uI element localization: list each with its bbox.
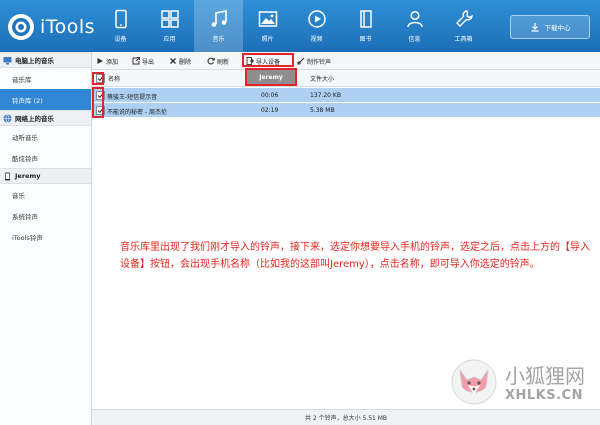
main-nav: 设备 应用 音乐 照片 视频 图书 信息 工具箱 — [96, 0, 488, 52]
nav-apps[interactable]: 应用 — [145, 0, 194, 52]
delete-label: 删除 — [179, 58, 192, 66]
make-ringtone-button[interactable]: 制作铃声 — [297, 55, 331, 67]
table-header: 名称 文件大小 — [92, 70, 600, 87]
instruction-note: 音乐库里出现了我们刚才导入的铃声，接下来，选定你想要导入手机的铃声，选定之后，点… — [120, 242, 590, 270]
toolbar: 添加 导出 删除 刷新 导入设备 制作铃声 — [92, 52, 600, 70]
row-name: 蔡骏王-短信提示音 — [107, 94, 158, 101]
nav-photo[interactable]: 照片 — [243, 0, 292, 52]
device-popup-jeremy[interactable]: Jeremy — [245, 68, 297, 86]
export-button[interactable]: 导出 — [132, 55, 154, 67]
computer-icon — [3, 56, 12, 64]
make-ringtone-label: 制作铃声 — [307, 58, 332, 66]
sidebar-group-label: 网络上的音乐 — [15, 115, 54, 123]
row-duration: 02:19 — [261, 107, 279, 114]
row-size: 137.20 KB — [310, 92, 341, 99]
globe-icon — [3, 113, 12, 123]
table-row[interactable]: 蔡骏王-短信提示音 00:06 137.20 KB — [92, 88, 600, 103]
sidebar-item-system-ringtones[interactable]: 系统铃声 — [0, 205, 91, 226]
nav-toolbox[interactable]: 工具箱 — [439, 0, 488, 52]
export-label: 导出 — [142, 58, 155, 66]
music-icon — [211, 10, 227, 27]
sidebar-item-cool-ringtones[interactable]: 酷炫铃声 — [0, 147, 91, 168]
phone-icon — [5, 172, 10, 180]
nav-music-label: 音乐 — [212, 36, 225, 43]
sidebar-item-device-music[interactable]: 音乐 — [0, 184, 91, 205]
sidebar: 电脑上的音乐 音乐库 铃声库 (2) 网络上的音乐 动听音乐 酷炫铃声 Jere… — [0, 52, 92, 425]
app-logo: iTools — [6, 10, 96, 44]
sidebar-group-online-music[interactable]: 网络上的音乐 — [0, 110, 91, 126]
nav-device[interactable]: 设备 — [96, 0, 145, 52]
export-icon — [132, 57, 140, 65]
add-button[interactable]: 添加 — [96, 55, 118, 67]
watermark: 小狐狸网 XHLKS.CN — [450, 352, 600, 412]
fox-logo-icon — [451, 359, 497, 405]
nav-video[interactable]: 视频 — [292, 0, 341, 52]
sidebar-item-itools-ringtones[interactable]: iTools铃声 — [0, 226, 91, 247]
toolbox-icon — [455, 10, 473, 27]
sidebar-item-music-library[interactable]: 音乐库 — [0, 68, 91, 89]
table-row[interactable]: 不能说的秘密 - 周杰伦 02:19 5.38 MB — [92, 103, 600, 118]
apps-icon — [160, 10, 179, 28]
select-all-highlight — [92, 72, 104, 85]
delete-button[interactable]: 删除 — [169, 55, 191, 67]
watermark-en: XHLKS.CN — [505, 388, 583, 403]
close-icon — [170, 58, 176, 64]
download-center-label: 下载中心 — [544, 24, 571, 32]
row-name: 不能说的秘密 - 周杰伦 — [107, 109, 167, 116]
sidebar-group-label: 电脑上的音乐 — [15, 57, 54, 65]
app-name: iTools — [40, 16, 96, 38]
status-bar: 共 2 个铃声，总大小 5.51 MB — [92, 409, 600, 425]
column-header-size[interactable]: 文件大小 — [310, 74, 334, 83]
app-header: iTools 设备 应用 音乐 照片 视频 图书 信息 工具箱 下载中心 — [0, 0, 600, 52]
download-icon — [531, 23, 538, 32]
nav-device-label: 设备 — [114, 36, 127, 43]
nav-apps-label: 应用 — [163, 36, 176, 43]
refresh-icon — [207, 57, 215, 65]
sidebar-item-ringtone-library[interactable]: 铃声库 (2) — [0, 89, 91, 110]
sidebar-item-online-music[interactable]: 动听音乐 — [0, 126, 91, 147]
status-text: 共 2 个铃声，总大小 5.51 MB — [304, 415, 388, 422]
video-icon — [307, 10, 326, 28]
column-header-name[interactable]: 名称 — [108, 74, 120, 83]
nav-book[interactable]: 图书 — [341, 0, 390, 52]
nav-video-label: 视频 — [310, 36, 323, 43]
nav-photo-label: 照片 — [261, 36, 274, 43]
itools-logo-icon — [8, 14, 34, 40]
row-duration: 00:06 — [261, 92, 279, 99]
nav-book-label: 图书 — [359, 36, 372, 43]
scissors-icon — [297, 57, 305, 65]
watermark-cn: 小狐狸网 — [505, 364, 585, 388]
refresh-label: 刷新 — [217, 58, 230, 66]
nav-music[interactable]: 音乐 — [194, 0, 243, 52]
refresh-button[interactable]: 刷新 — [207, 55, 229, 67]
import-device-highlight — [242, 53, 294, 67]
row-checkbox-highlight — [92, 87, 104, 118]
device-icon — [114, 9, 127, 29]
download-center-button[interactable]: 下载中心 — [510, 15, 590, 39]
user-icon — [406, 10, 423, 28]
sidebar-group-local-music[interactable]: 电脑上的音乐 — [0, 52, 91, 68]
photo-icon — [258, 11, 277, 27]
sidebar-group-label: Jeremy — [15, 172, 41, 180]
play-icon — [97, 58, 103, 64]
nav-info[interactable]: 信息 — [390, 0, 439, 52]
add-label: 添加 — [106, 58, 119, 66]
sidebar-group-device[interactable]: Jeremy — [0, 168, 91, 184]
nav-toolbox-label: 工具箱 — [454, 36, 473, 43]
nav-info-label: 信息 — [408, 36, 421, 43]
row-size: 5.38 MB — [310, 107, 335, 114]
book-icon — [359, 10, 372, 28]
